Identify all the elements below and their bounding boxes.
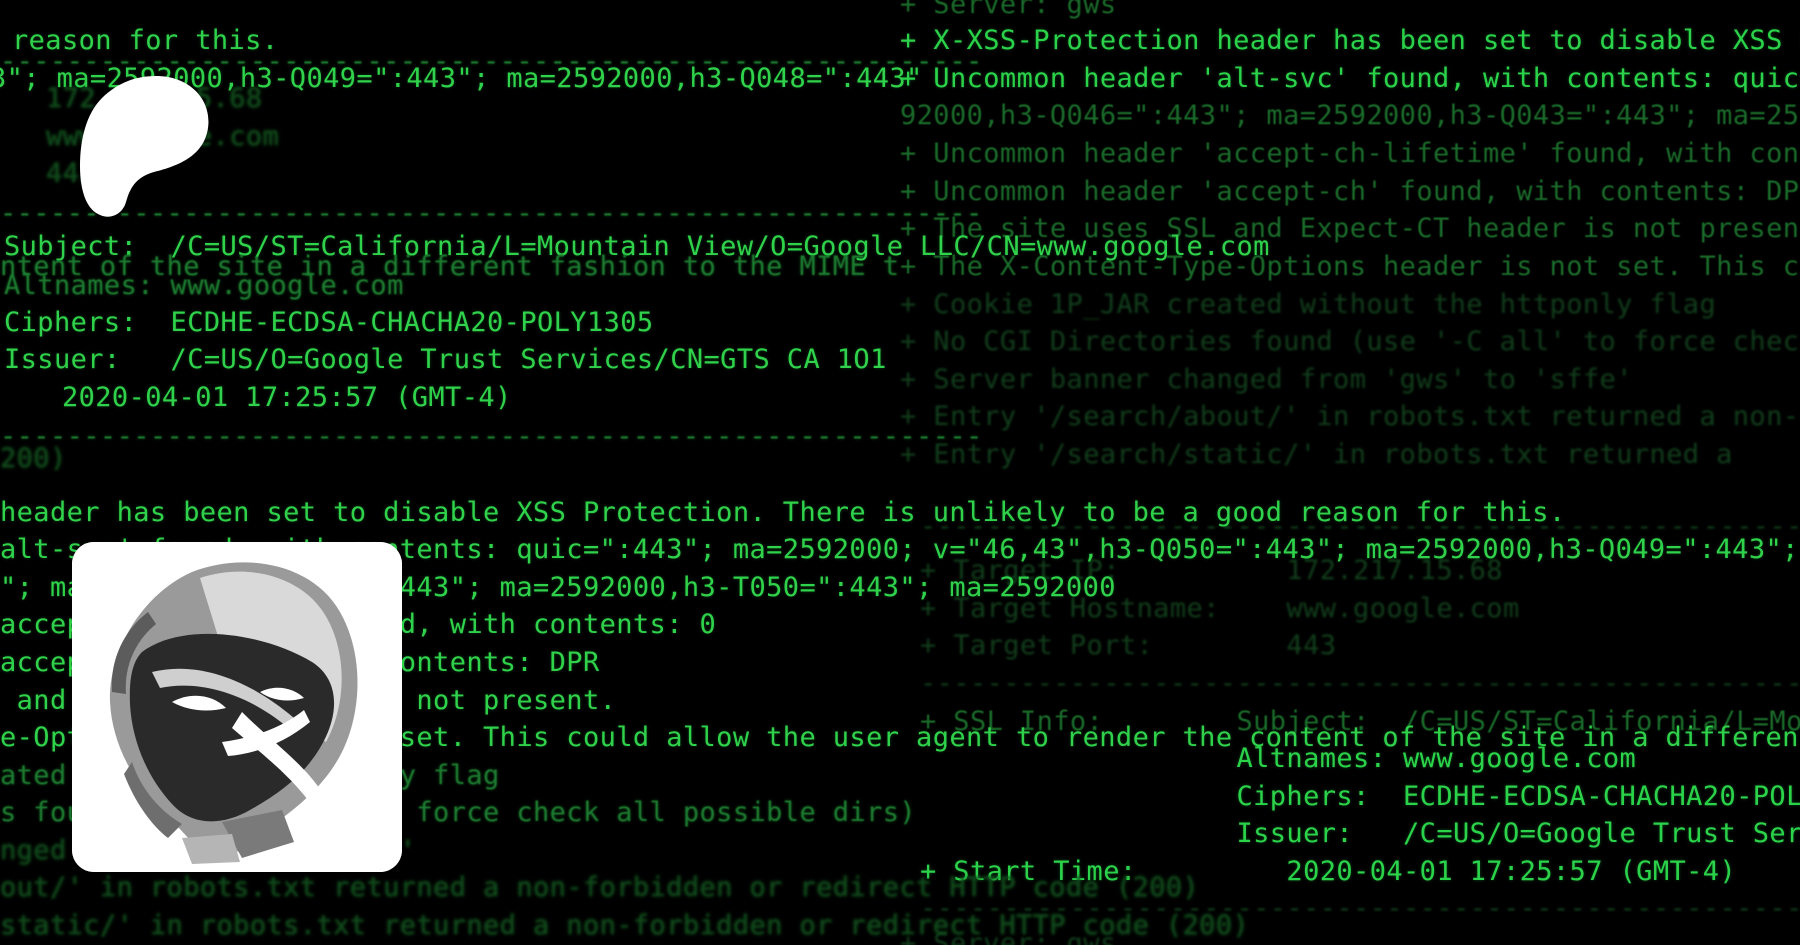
terminal-line: Altnames: www.google.com <box>4 270 404 301</box>
terminal-line: ----------------------------------------… <box>0 421 983 452</box>
terminal-line: static/' in robots.txt returned a non-fo… <box>0 910 1250 941</box>
avatar <box>72 542 402 872</box>
terminal-background: + Server: gws + X-XSS-Protection header … <box>0 0 1800 945</box>
masked-hacker-avatar-icon <box>72 542 402 872</box>
terminal-line: Ciphers: ECDHE-ECDSA-CHACHA20-POLY1305 <box>4 307 654 338</box>
terminal-line: out/' in robots.txt returned a non-forbi… <box>0 872 1200 903</box>
patreon-logo-icon <box>78 74 212 218</box>
terminal-line: 2020-04-01 17:25:57 (GMT-4) <box>12 382 512 413</box>
terminal-line: Issuer: /C=US/O=Google Trust Services/CN… <box>4 344 887 375</box>
terminal-line: 200) <box>0 443 67 474</box>
terminal-line: header has been set to disable XSS Prote… <box>0 497 1566 528</box>
